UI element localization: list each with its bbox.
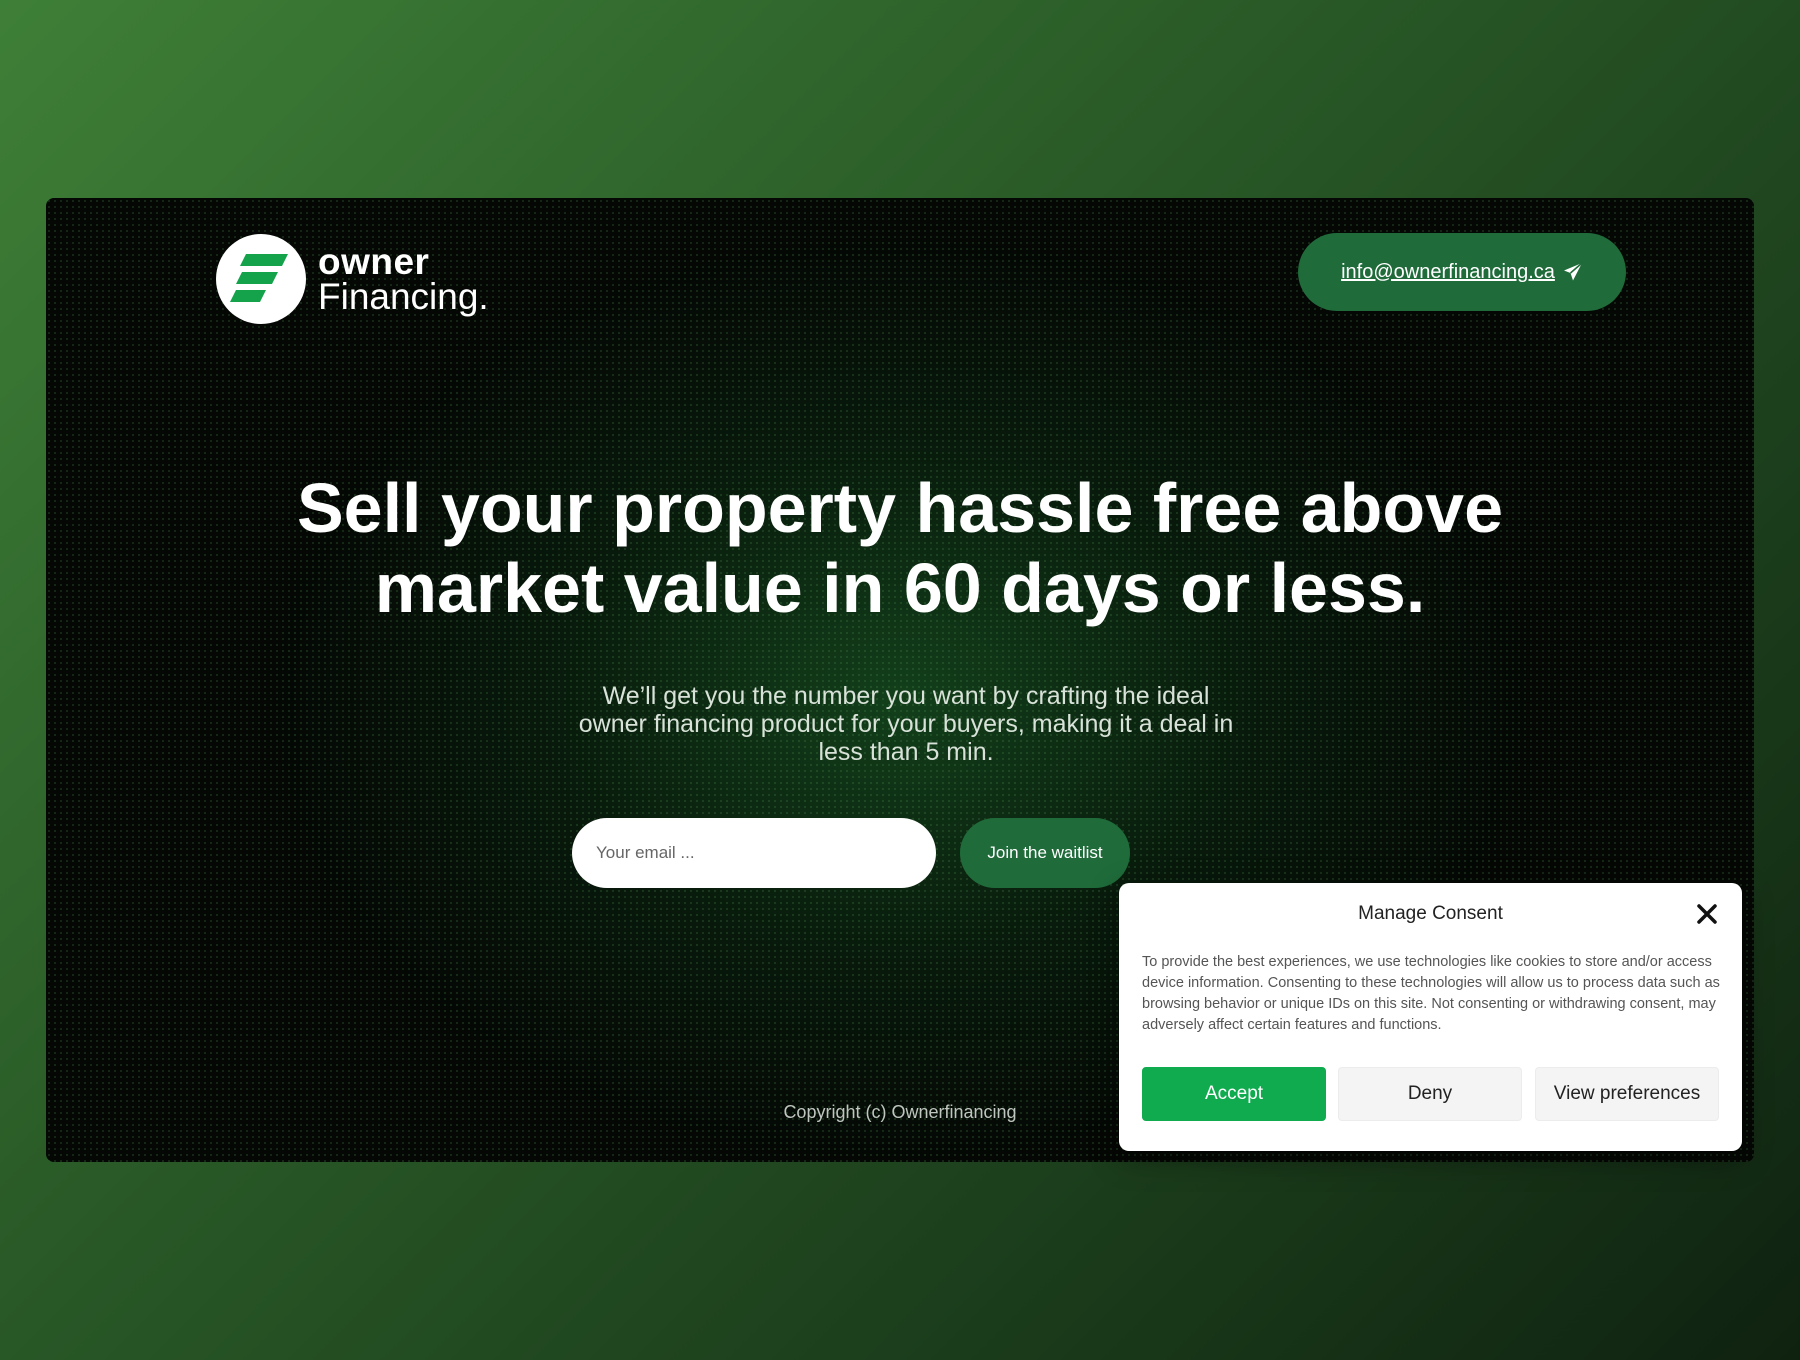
contact-email-button[interactable]: info@ownerfinancing.ca (1298, 233, 1626, 311)
hero-headline-line-1: Sell your property hassle free above (296, 469, 1504, 547)
hero-headline: Sell your property hassle free above mar… (46, 468, 1754, 628)
view-preferences-button[interactable]: View preferences (1535, 1067, 1719, 1121)
accept-button[interactable]: Accept (1142, 1067, 1326, 1121)
logo-word-owner: owner (318, 241, 430, 282)
brand-logo[interactable]: owner Financing. (216, 234, 489, 324)
hero-headline-line-2: market value in 60 days or less. (374, 549, 1426, 627)
deny-button[interactable]: Deny (1338, 1067, 1522, 1121)
logo-word-financing: Financing. (318, 276, 489, 317)
consent-body-text: To provide the best experiences, we use … (1142, 954, 1720, 1033)
hero-subtext: We’ll get you the number you want by cra… (578, 682, 1234, 766)
logo-mark (216, 234, 306, 324)
stripes-logo-icon (230, 254, 288, 302)
contact-email-link[interactable]: info@ownerfinancing.ca (1341, 261, 1555, 284)
email-input[interactable] (572, 818, 936, 888)
logo-wordmark: owner Financing. (318, 243, 489, 315)
close-icon[interactable] (1696, 903, 1718, 925)
join-waitlist-button[interactable]: Join the waitlist (960, 818, 1130, 888)
paper-plane-icon (1563, 262, 1583, 281)
consent-dialog: Manage Consent To provide the best exper… (1119, 883, 1742, 1151)
consent-title: Manage Consent (1358, 903, 1503, 924)
